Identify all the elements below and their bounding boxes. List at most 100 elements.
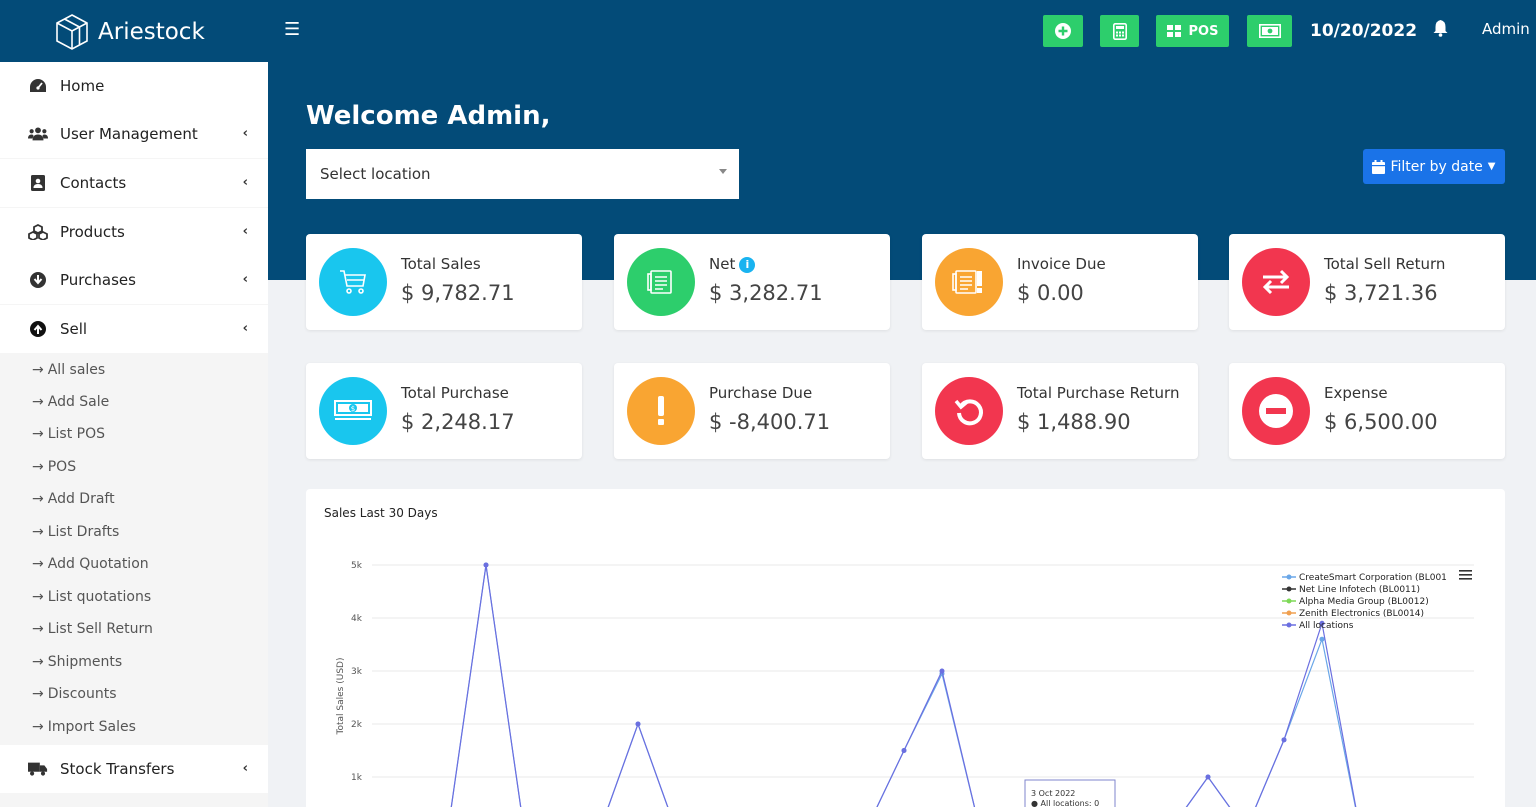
- stat-value: $ 3,721.36: [1324, 281, 1438, 305]
- chevron-left-icon: ‹: [242, 224, 248, 239]
- menu-bar: [1459, 578, 1472, 580]
- submenu-item-list-drafts[interactable]: → List Drafts: [32, 524, 119, 540]
- stat-card-expense: Expense $ 6,500.00: [1229, 363, 1505, 459]
- submenu-item-discounts[interactable]: → Discounts: [32, 686, 117, 702]
- stat-label: Invoice Due: [1017, 255, 1106, 273]
- submenu-item-add-quotation[interactable]: → Add Quotation: [32, 556, 149, 572]
- data-point: [1319, 636, 1325, 642]
- data-point: [939, 668, 945, 674]
- stat-value: $ 1,488.90: [1017, 410, 1131, 434]
- submenu-item-add-sale[interactable]: → Add Sale: [32, 394, 109, 410]
- shopping-cart-icon: [319, 248, 387, 316]
- info-icon[interactable]: i: [739, 256, 756, 273]
- stat-label: Expense: [1324, 384, 1388, 402]
- chevron-left-icon: ‹: [242, 321, 248, 336]
- brand-name: Ariestock: [98, 19, 205, 45]
- y-tick-label: 3k: [351, 667, 363, 677]
- legend-label: Zenith Electronics (BL0014): [1299, 609, 1424, 619]
- legend-marker: [1286, 598, 1292, 604]
- sidebar-item-label: Sell: [60, 320, 88, 338]
- stat-card-total-purchase-return: Total Purchase Return $ 1,488.90: [922, 363, 1198, 459]
- filter-by-date-button[interactable]: Filter by date ▼: [1363, 149, 1505, 184]
- exchange-icon: [1242, 248, 1310, 316]
- sidebar-item-home[interactable]: Home: [0, 62, 268, 110]
- data-point: [635, 721, 641, 727]
- stat-label: Total Purchase Return: [1017, 384, 1180, 402]
- cash-register-button[interactable]: [1247, 15, 1292, 47]
- chevron-left-icon: ‹: [242, 272, 248, 287]
- arrow-circle-down-icon: [28, 270, 48, 290]
- stat-label: Total Purchase: [401, 384, 509, 402]
- menu-bar: [1459, 570, 1472, 572]
- address-book-icon: [28, 173, 48, 193]
- legend-label: CreateSmart Corporation (BL001: [1299, 573, 1447, 583]
- legend-label: Net Line Infotech (BL0011): [1299, 585, 1420, 595]
- y-tick-label: 1k: [351, 773, 363, 783]
- page-title: Welcome Admin,: [306, 101, 551, 131]
- money-bill-icon: [1258, 24, 1281, 38]
- stat-value: $ 6,500.00: [1324, 410, 1438, 434]
- submenu-item-pos[interactable]: → POS: [32, 459, 76, 475]
- list-document-icon: [627, 248, 695, 316]
- sales-chart-panel: Sales Last 30 Days 1k 2k 3k 4k 5k Total Sales…: [306, 489, 1505, 807]
- stat-card-net: Net i $ 3,282.71: [614, 234, 890, 330]
- stat-card-total-purchase: $ Total Purchase $ 2,248.17: [306, 363, 582, 459]
- calculator-button[interactable]: [1100, 15, 1139, 47]
- chart-menu-icon[interactable]: [1459, 570, 1472, 580]
- submenu-item-import-sales[interactable]: → Import Sales: [32, 719, 136, 735]
- pos-button[interactable]: POS: [1156, 15, 1229, 47]
- data-point: [901, 748, 907, 753]
- y-axis-label: Total Sales (USD): [336, 658, 346, 736]
- submenu-item-add-draft[interactable]: → Add Draft: [32, 491, 115, 507]
- bell-icon[interactable]: [1433, 19, 1448, 41]
- hamburger-menu-icon[interactable]: ☰: [284, 19, 300, 40]
- tooltip-date: 3 Oct 2022: [1031, 789, 1075, 798]
- users-icon: [28, 124, 48, 144]
- arrow-circle-up-icon: [28, 319, 48, 339]
- filter-by-date-label: Filter by date: [1390, 158, 1483, 175]
- cubes-icon: [28, 222, 48, 242]
- stat-value: $ 2,248.17: [401, 410, 515, 434]
- location-select[interactable]: Select location: [306, 149, 739, 199]
- user-menu[interactable]: Admin: [1482, 20, 1530, 38]
- legend-marker: [1286, 586, 1292, 592]
- stat-value: $ 9,782.71: [401, 281, 515, 305]
- chevron-left-icon: ‹: [242, 175, 248, 190]
- sidebar-item-products[interactable]: Products ‹: [0, 208, 268, 256]
- calendar-icon: [1372, 159, 1386, 174]
- sidebar-item-stock-transfers[interactable]: Stock Transfers ‹: [0, 745, 268, 793]
- calculator-icon: [1112, 22, 1127, 40]
- stat-value: $ 3,282.71: [709, 281, 823, 305]
- top-navbar: ☰ POS 10/20/2022 Admin: [268, 0, 1536, 64]
- sidebar-item-purchases[interactable]: Purchases ‹: [0, 256, 268, 304]
- sidebar-item-contacts[interactable]: Contacts ‹: [0, 159, 268, 207]
- sidebar-item-sell[interactable]: Sell ‹: [0, 305, 268, 353]
- legend-marker: [1286, 574, 1292, 580]
- undo-icon: [935, 377, 1003, 445]
- sidebar-item-label: Home: [60, 77, 105, 95]
- data-point: [1205, 774, 1211, 780]
- sidebar: Ariestock Home User Management ‹ Contact…: [0, 0, 268, 807]
- menu-bar: [1459, 574, 1472, 576]
- submenu-item-list-quotations[interactable]: → List quotations: [32, 589, 151, 605]
- truck-icon: [28, 759, 48, 779]
- data-point: [483, 562, 489, 568]
- legend-label: Alpha Media Group (BL0012): [1299, 597, 1429, 607]
- data-point: [1281, 737, 1287, 743]
- submenu-item-list-pos[interactable]: → List POS: [32, 426, 105, 442]
- brand-header[interactable]: Ariestock: [0, 0, 268, 64]
- legend-marker: [1286, 622, 1292, 628]
- minus-circle-icon: [1242, 377, 1310, 445]
- chevron-left-icon: ‹: [242, 126, 248, 141]
- sales-line-chart[interactable]: 1k 2k 3k 4k 5k Total Sales (USD) CreateSmart C…: [306, 489, 1505, 807]
- tooltip-value: ● All locations: 0: [1031, 799, 1099, 807]
- add-button[interactable]: [1043, 15, 1083, 47]
- sidebar-item-label: Contacts: [60, 174, 127, 192]
- submenu-item-all-sales[interactable]: → All sales: [32, 362, 105, 378]
- submenu-item-list-sell-return[interactable]: → List Sell Return: [32, 621, 153, 637]
- location-select-placeholder: Select location: [320, 165, 431, 183]
- stat-label: Total Sell Return: [1324, 255, 1446, 273]
- sidebar-item-user-management[interactable]: User Management ‹: [0, 110, 268, 158]
- y-tick-label: 2k: [351, 720, 363, 730]
- submenu-item-shipments[interactable]: → Shipments: [32, 654, 122, 670]
